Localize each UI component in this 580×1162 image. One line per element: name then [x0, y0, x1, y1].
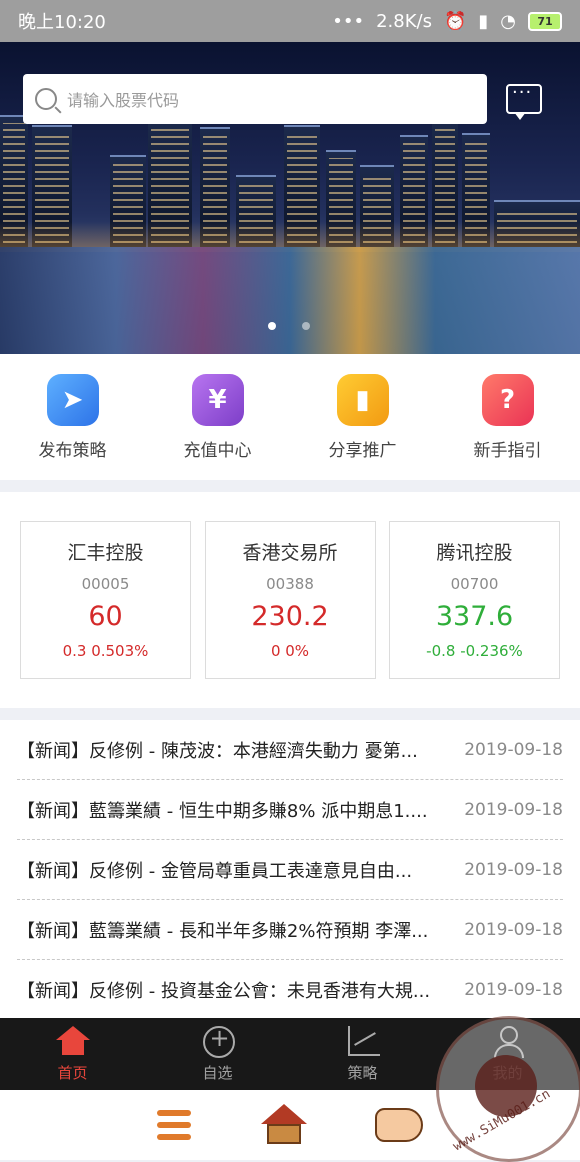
stock-code: 00388 [266, 575, 314, 593]
status-time: 晚上10:20 [18, 12, 106, 33]
nav-label: 自选 [202, 1064, 233, 1082]
quick-item-publish-strategy[interactable]: ➤ 发布策略 [13, 374, 133, 461]
search-icon [35, 88, 57, 110]
quick-item-label: 发布策略 [38, 441, 107, 461]
quick-item-label: 分享推广 [328, 441, 397, 461]
stock-card[interactable]: 香港交易所 00388 230.2 0 0% [204, 521, 376, 679]
stock-code: 00005 [81, 575, 130, 593]
stock-change: 0.3 0.503% [62, 642, 149, 660]
quick-item-recharge[interactable]: ¥ 充值中心 [158, 374, 278, 461]
news-title: 【新闻】反修例 - 投資基金公會：未見香港有大規... [17, 980, 431, 1002]
carousel-indicator [268, 322, 310, 330]
nav-label: 首页 [57, 1064, 88, 1082]
signal-icon: ▮ [478, 10, 489, 32]
carousel-dot-active[interactable] [268, 322, 276, 330]
news-date: 2019-09-18 [464, 739, 563, 760]
carousel-dot[interactable] [302, 322, 310, 330]
stock-price: 60 [88, 601, 123, 632]
pointing-hand-icon[interactable] [375, 1108, 423, 1142]
home-icon [55, 1024, 90, 1058]
stock-name: 香港交易所 [242, 542, 338, 564]
news-date: 2019-09-18 [464, 919, 563, 940]
paper-plane-icon: ➤ [46, 374, 99, 426]
list-item[interactable]: 【新闻】反修例 - 陳茂波：本港經濟失動力 憂第... 2019-09-18 [17, 720, 563, 780]
news-date: 2019-09-18 [464, 799, 563, 820]
stock-price: 230.2 [251, 601, 329, 632]
nav-home[interactable]: 首页 [0, 1018, 145, 1090]
quick-item-share[interactable]: ▮ 分享推广 [303, 374, 423, 461]
house-icon[interactable] [261, 1104, 307, 1146]
yen-icon: ¥ [191, 374, 244, 426]
status-bar: 晚上10:20 ••• 2.8K/s ⏰ ▮ ◔ 71 [0, 0, 580, 42]
stock-price: 337.6 [435, 601, 514, 632]
news-title: 【新闻】反修例 - 金管局尊重員工表達意見自由... [17, 860, 413, 882]
news-title: 【新闻】藍籌業績 - 恒生中期多賺8% 派中期息1.... [17, 800, 428, 822]
wifi-icon: ◔ [500, 10, 516, 32]
stock-name: 腾讯控股 [436, 542, 513, 564]
quick-item-label: 充值中心 [183, 441, 252, 461]
watermark-seal: www.SiMu001.cn [436, 1016, 580, 1162]
list-item[interactable]: 【新闻】反修例 - 投資基金公會：未見香港有大規... 2019-09-18 [17, 960, 563, 1019]
list-item[interactable]: 【新闻】藍籌業績 - 恒生中期多賺8% 派中期息1.... 2019-09-18 [17, 780, 563, 840]
status-right: ••• 2.8K/s ⏰ ▮ ◔ 71 [332, 11, 562, 32]
stock-change: 0 0% [270, 642, 310, 660]
news-date: 2019-09-18 [464, 859, 563, 880]
quick-menu: ➤ 发布策略 ¥ 充值中心 ▮ 分享推广 ? 新手指引 [0, 354, 580, 480]
stock-cards: 汇丰控股 00005 60 0.3 0.503% 香港交易所 00388 230… [0, 492, 580, 708]
news-list: 【新闻】反修例 - 陳茂波：本港經濟失動力 憂第... 2019-09-18 【… [0, 720, 580, 1018]
book-icon: ▮ [336, 374, 389, 426]
net-speed: 2.8K/s [376, 10, 432, 32]
stock-card[interactable]: 腾讯控股 00700 337.6 -0.8 -0.236% [389, 521, 560, 679]
quick-item-label: 新手指引 [473, 441, 542, 461]
battery-icon: 71 [528, 11, 562, 31]
nav-label: 策略 [347, 1064, 378, 1082]
list-item[interactable]: 【新闻】反修例 - 金管局尊重員工表達意見自由... 2019-09-18 [17, 840, 563, 900]
list-item[interactable]: 【新闻】藍籌業績 - 長和半年多賺2%符預期 李澤... 2019-09-18 [17, 900, 563, 960]
nav-strategy[interactable]: 策略 [290, 1018, 435, 1090]
nav-watchlist[interactable]: 自选 [145, 1018, 290, 1090]
news-title: 【新闻】藍籌業績 - 長和半年多賺2%符預期 李澤... [17, 920, 429, 942]
plus-circle-icon [201, 1024, 235, 1058]
news-title: 【新闻】反修例 - 陳茂波：本港經濟失動力 憂第... [17, 740, 418, 762]
alarm-icon: ⏰ [443, 10, 467, 32]
hero-banner[interactable]: 请输入股票代码 [0, 42, 580, 354]
chart-icon [346, 1024, 380, 1058]
stock-name: 汇丰控股 [67, 542, 144, 564]
question-icon: ? [481, 374, 534, 426]
stock-change: -0.8 -0.236% [426, 642, 523, 660]
news-date: 2019-09-18 [464, 979, 563, 1000]
quick-item-guide[interactable]: ? 新手指引 [448, 374, 568, 461]
search-placeholder: 请输入股票代码 [67, 91, 180, 110]
menu-icon[interactable] [157, 1110, 193, 1140]
more-dots-icon: ••• [332, 10, 365, 32]
message-icon[interactable] [506, 82, 542, 120]
stock-card[interactable]: 汇丰控股 00005 60 0.3 0.503% [20, 521, 191, 679]
stock-code: 00700 [450, 575, 499, 593]
search-input[interactable]: 请输入股票代码 [23, 74, 487, 124]
